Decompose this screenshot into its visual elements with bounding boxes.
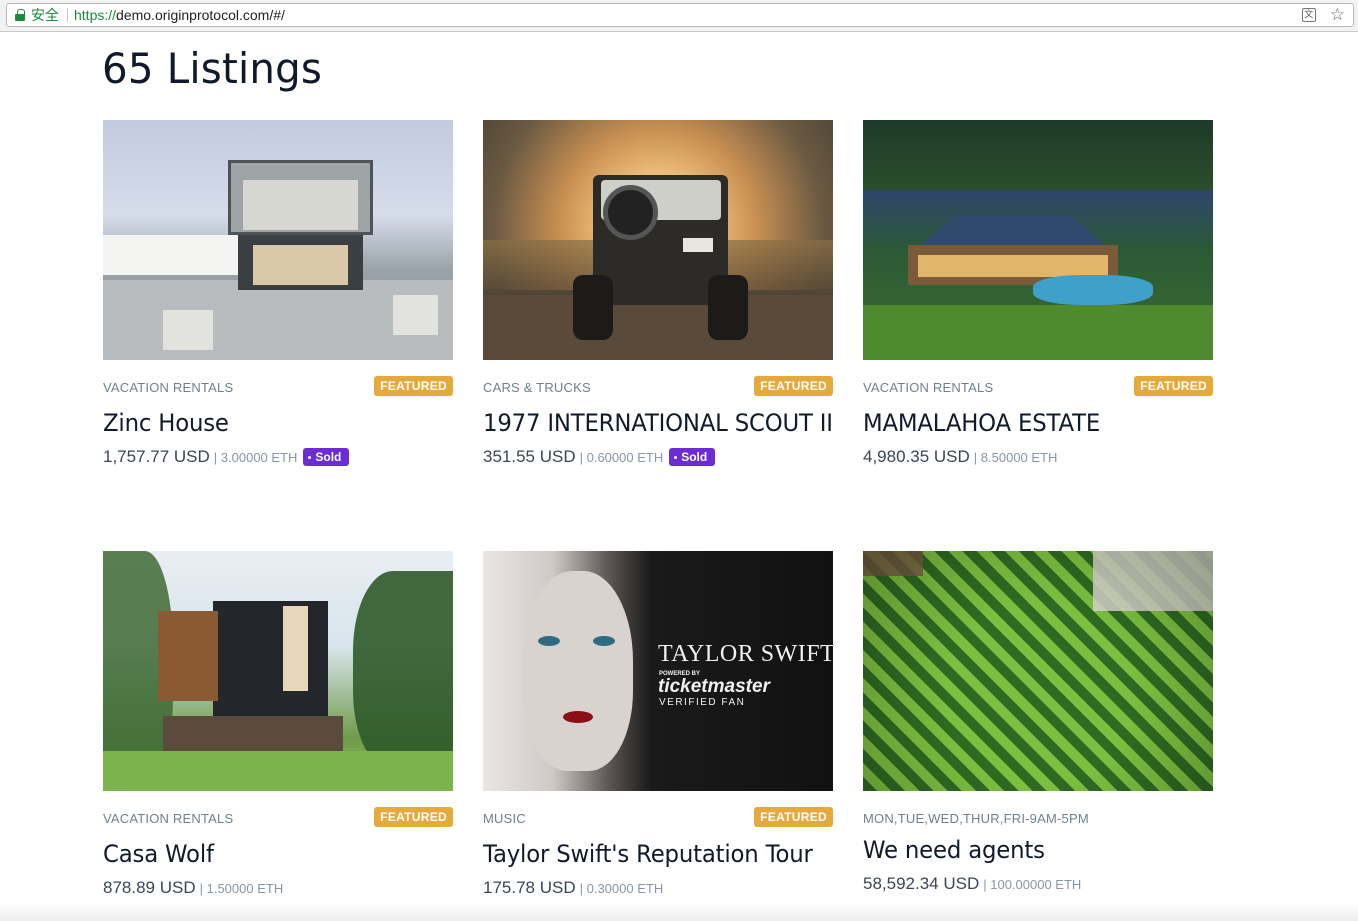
listing-card[interactable]: MON,TUE,WED,THUR,FRI-9AM-5PM We need age… — [863, 551, 1213, 894]
browser-toolbar: 安全 https://demo.originprotocol.com/#/ 文 … — [0, 0, 1358, 32]
listing-title[interactable]: Zinc House — [103, 409, 436, 437]
image-brand: ticketmaster — [658, 676, 770, 697]
listing-category: VACATION RENTALS — [103, 380, 234, 395]
listing-title[interactable]: Casa Wolf — [103, 840, 436, 868]
featured-badge: FEATURED — [754, 807, 833, 827]
address-divider — [67, 8, 68, 22]
price-usd: 878.89 USD — [103, 878, 196, 897]
page-title: 65 Listings — [102, 44, 323, 93]
listing-image[interactable] — [863, 120, 1213, 360]
listing-image[interactable] — [103, 120, 453, 360]
translate-icon[interactable]: 文 — [1301, 8, 1316, 22]
listing-title[interactable]: Taylor Swift's Reputation Tour — [483, 840, 816, 868]
price-usd: 58,592.34 USD — [863, 874, 980, 893]
url-text: demo.originprotocol.com/#/ — [116, 7, 285, 23]
listing-card[interactable]: VACATION RENTALS FEATURED Zinc House 1,7… — [103, 120, 453, 467]
listing-image[interactable] — [863, 551, 1213, 791]
listing-card[interactable]: VACATION RENTALS FEATURED Casa Wolf 878.… — [103, 551, 453, 898]
price-eth: | 100.00000 ETH — [983, 876, 1082, 892]
listing-title[interactable]: We need agents — [863, 836, 1196, 864]
listing-image[interactable] — [103, 551, 453, 791]
listing-category: VACATION RENTALS — [863, 380, 994, 395]
listing-category: MUSIC — [483, 811, 526, 826]
listing-image[interactable]: TAYLOR SWIFT TD POWERED BY ticketmaster … — [483, 551, 833, 791]
featured-badge: FEATURED — [374, 376, 453, 396]
price-eth: | 3.00000 ETH — [213, 449, 298, 465]
star-icon[interactable]: ☆ — [1330, 6, 1345, 24]
listing-title[interactable]: 1977 INTERNATIONAL SCOUT II — [483, 409, 833, 437]
price-usd: 1,757.77 USD — [103, 447, 210, 466]
listing-card[interactable]: VACATION RENTALS FEATURED MAMALAHOA ESTA… — [863, 120, 1213, 467]
listing-category: CARS & TRUCKS — [483, 380, 591, 395]
image-headline: TAYLOR SWIFT TD — [658, 641, 833, 667]
price-usd: 351.55 USD — [483, 447, 576, 466]
listing-title[interactable]: MAMALAHOA ESTATE — [863, 409, 1196, 437]
listing-category: VACATION RENTALS — [103, 811, 234, 826]
sold-badge: Sold — [669, 448, 716, 466]
price-eth: | 8.50000 ETH — [973, 449, 1058, 465]
featured-badge: FEATURED — [1134, 376, 1213, 396]
url-scheme: https:// — [74, 7, 117, 23]
bottom-fade — [0, 903, 1358, 921]
featured-badge: FEATURED — [754, 376, 833, 396]
address-bar[interactable]: 安全 https://demo.originprotocol.com/#/ 文 … — [6, 3, 1354, 27]
image-tagline: VERIFIED FAN — [659, 697, 746, 708]
sold-badge: Sold — [303, 448, 350, 466]
lock-icon — [15, 9, 25, 21]
secure-label: 安全 — [31, 7, 59, 23]
listing-category: MON,TUE,WED,THUR,FRI-9AM-5PM — [863, 811, 1089, 826]
price-eth: | 1.50000 ETH — [199, 880, 284, 896]
listing-image[interactable] — [483, 120, 833, 360]
listing-card[interactable]: CARS & TRUCKS FEATURED 1977 INTERNATIONA… — [483, 120, 833, 467]
price-usd: 175.78 USD — [483, 878, 576, 897]
price-eth: | 0.30000 ETH — [579, 880, 664, 896]
price-eth: | 0.60000 ETH — [579, 449, 664, 465]
listing-card[interactable]: TAYLOR SWIFT TD POWERED BY ticketmaster … — [483, 551, 833, 898]
featured-badge: FEATURED — [374, 807, 453, 827]
price-usd: 4,980.35 USD — [863, 447, 970, 466]
